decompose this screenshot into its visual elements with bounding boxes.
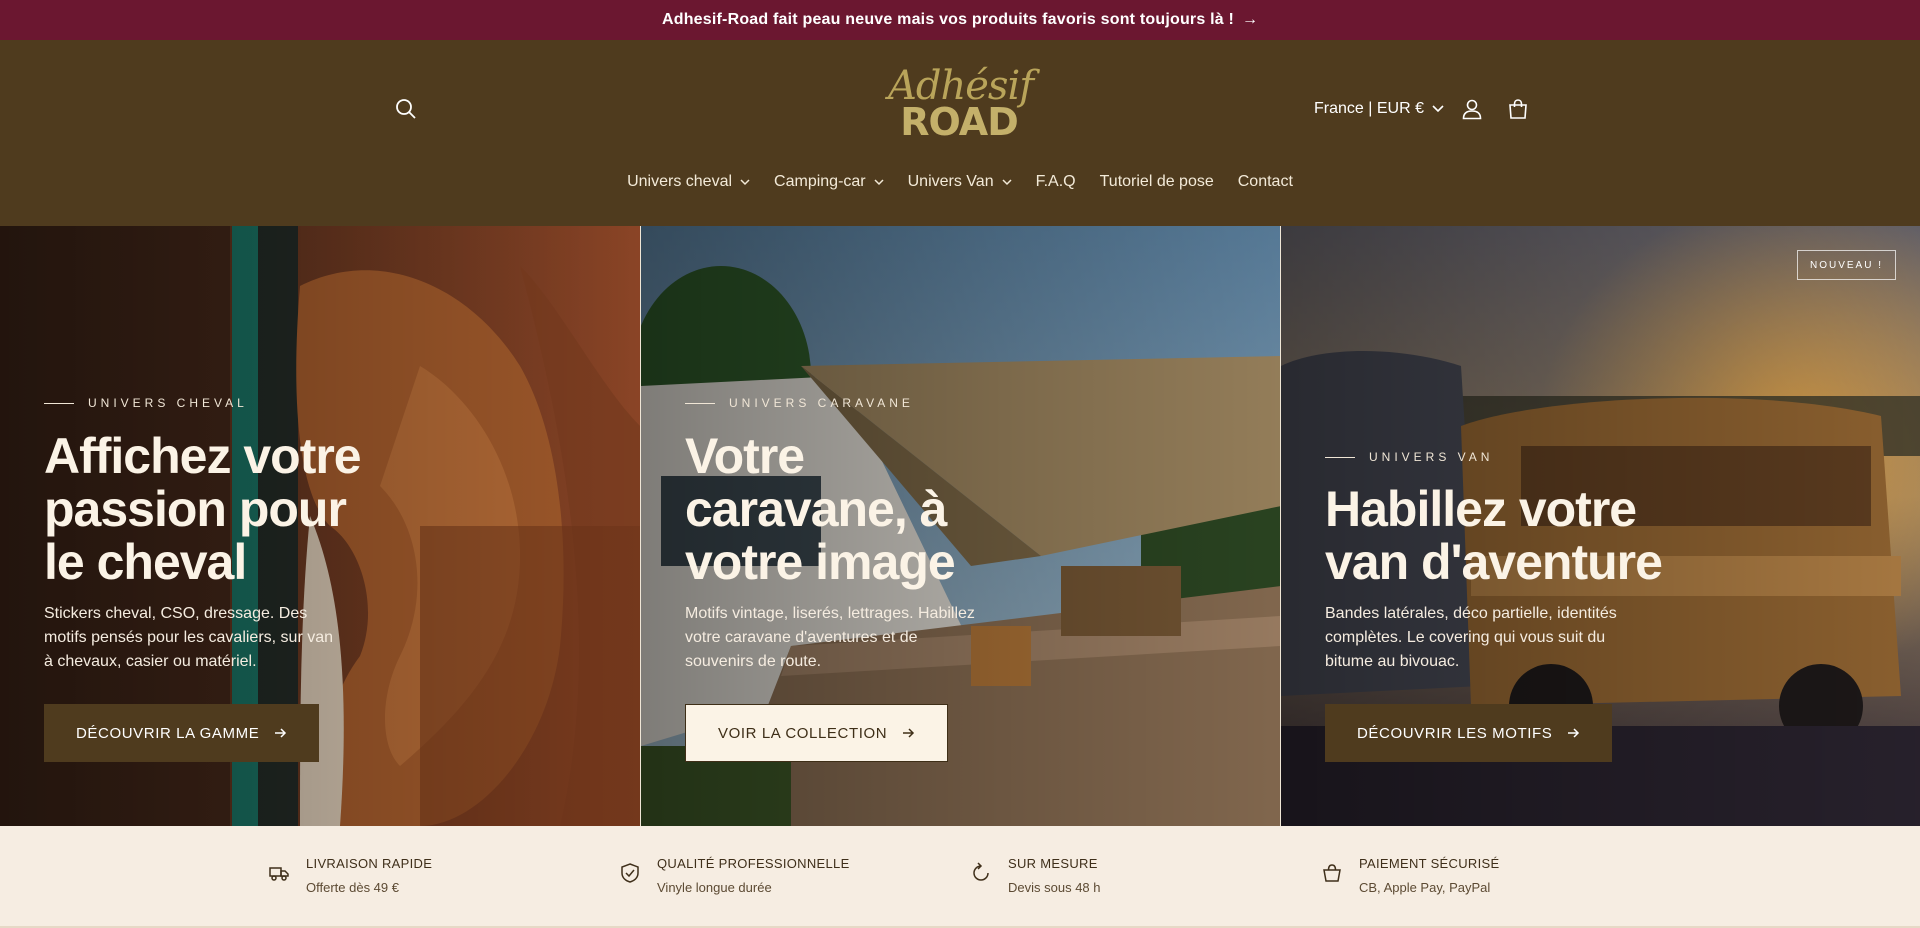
feature-title: SUR MESURE xyxy=(1008,856,1098,871)
button-label: DÉCOUVRIR LES MOTIFS xyxy=(1357,724,1553,742)
nav-item-faq[interactable]: F.A.Q xyxy=(1024,162,1088,202)
account-button[interactable] xyxy=(1454,92,1490,126)
panel-eyebrow: UNIVERS CARAVANE xyxy=(685,396,914,410)
shield-check-icon xyxy=(621,863,639,883)
cart-icon xyxy=(1509,99,1527,119)
feature-subtitle: Offerte dès 49 € xyxy=(306,880,399,895)
announcement-text[interactable]: Adhesif-Road fait peau neuve mais vos pr… xyxy=(662,11,1234,29)
arrow-right-icon xyxy=(1568,728,1580,738)
nav-item-label: Tutoriel de pose xyxy=(1099,173,1214,190)
site-logo[interactable]: Adhésif ROAD xyxy=(888,66,1034,146)
feature-title: QUALITÉ PROFESSIONNELLE xyxy=(657,856,850,871)
nav-item-camping-car[interactable]: Camping-car xyxy=(762,162,896,202)
chevron-down-icon xyxy=(1432,105,1444,113)
arrow-right-icon: → xyxy=(1242,11,1259,28)
new-badge: NOUVEAU ! xyxy=(1796,250,1896,280)
chevron-down-icon xyxy=(1002,178,1012,185)
panel-eyebrow: UNIVERS VAN xyxy=(1325,450,1493,464)
eyebrow-text: UNIVERS VAN xyxy=(1369,450,1494,464)
hero-panel-cheval: UNIVERS CHEVAL Affichez votre passion po… xyxy=(0,226,640,826)
user-icon xyxy=(1462,99,1482,120)
nav-item-univers-van[interactable]: Univers Van xyxy=(896,162,1024,202)
truck-icon xyxy=(269,867,289,881)
nav-item-contact[interactable]: Contact xyxy=(1226,162,1305,202)
feature-title: LIVRAISON RAPIDE xyxy=(306,856,433,871)
arrow-right-icon xyxy=(275,728,287,738)
eyebrow-text: UNIVERS CHEVAL xyxy=(88,396,248,410)
nav-item-label: Univers Van xyxy=(907,173,994,190)
discover-motifs-button[interactable]: DÉCOUVRIR LES MOTIFS xyxy=(1325,704,1613,762)
panel-title: Habillez votre van d'aventure xyxy=(1325,481,1663,590)
nav-item-label: Camping-car xyxy=(774,173,866,190)
bag-icon xyxy=(1323,864,1341,882)
nav-item-tutoriel[interactable]: Tutoriel de pose xyxy=(1088,162,1226,202)
view-collection-button[interactable]: VOIR LA COLLECTION xyxy=(685,704,949,762)
locale-selector[interactable]: France | EUR € xyxy=(1314,92,1444,126)
panel-description: Bandes latérales, déco partielle, identi… xyxy=(1325,605,1617,670)
eyebrow-text: UNIVERS CARAVANE xyxy=(729,396,914,410)
chevron-down-icon xyxy=(740,178,750,185)
button-label: VOIR LA COLLECTION xyxy=(718,724,888,742)
feature-item: LIVRAISON RAPIDE Offerte dès 49 € xyxy=(268,856,432,895)
locale-label: France | EUR € xyxy=(1314,100,1424,117)
panel-description: Motifs vintage, liserés, lettrages. Habi… xyxy=(685,605,975,670)
panel-title: Votre caravane, à votre image xyxy=(685,428,956,590)
chevron-down-icon xyxy=(874,178,884,185)
announcement-bar[interactable]: Adhesif-Road fait peau neuve mais vos pr… xyxy=(0,0,1920,40)
button-label: DÉCOUVRIR LA GAMME xyxy=(76,724,260,742)
panel-title: Affichez votre passion pour le cheval xyxy=(44,428,362,590)
panel-eyebrow: UNIVERS CHEVAL xyxy=(44,396,248,410)
nav-item-label: F.A.Q xyxy=(1035,173,1076,190)
arrow-right-icon xyxy=(903,728,915,738)
nav-item-label: Contact xyxy=(1237,173,1293,190)
logo-wordmark: ROAD xyxy=(900,100,1019,144)
hero-section: UNIVERS CHEVAL Affichez votre passion po… xyxy=(0,226,1920,826)
feature-subtitle: CB, Apple Pay, PayPal xyxy=(1359,880,1491,895)
discover-range-button[interactable]: DÉCOUVRIR LA GAMME xyxy=(44,704,320,762)
nav-item-label: Univers cheval xyxy=(627,173,733,190)
refresh-icon xyxy=(973,862,989,881)
feature-item: QUALITÉ PROFESSIONNELLE Vinyle longue du… xyxy=(619,856,850,895)
feature-subtitle: Vinyle longue durée xyxy=(657,880,772,895)
search-icon xyxy=(396,99,416,119)
site-header: Adhésif ROAD France | EUR € Univers chev… xyxy=(0,40,1920,226)
main-nav: Univers cheval Camping-car Univers Van F… xyxy=(0,162,1920,202)
hero-panel-van: NOUVEAU ! UNIVERS VAN Habillez votre van… xyxy=(1280,226,1920,826)
cart-button[interactable] xyxy=(1500,92,1536,126)
feature-subtitle: Devis sous 48 h xyxy=(1008,880,1101,895)
feature-item: PAIEMENT SÉCURISÉ CB, Apple Pay, PayPal xyxy=(1321,856,1499,895)
panel-description: Stickers cheval, CSO, dressage. Des moti… xyxy=(44,605,334,670)
search-button[interactable] xyxy=(389,92,423,126)
features-bar: LIVRAISON RAPIDE Offerte dès 49 € QUALIT… xyxy=(0,826,1920,928)
feature-item: SUR MESURE Devis sous 48 h xyxy=(970,856,1101,895)
nav-item-univers-cheval[interactable]: Univers cheval xyxy=(615,162,762,202)
hero-panel-caravane: UNIVERS CARAVANE Votre caravane, à votre… xyxy=(640,226,1280,826)
feature-title: PAIEMENT SÉCURISÉ xyxy=(1359,856,1500,871)
